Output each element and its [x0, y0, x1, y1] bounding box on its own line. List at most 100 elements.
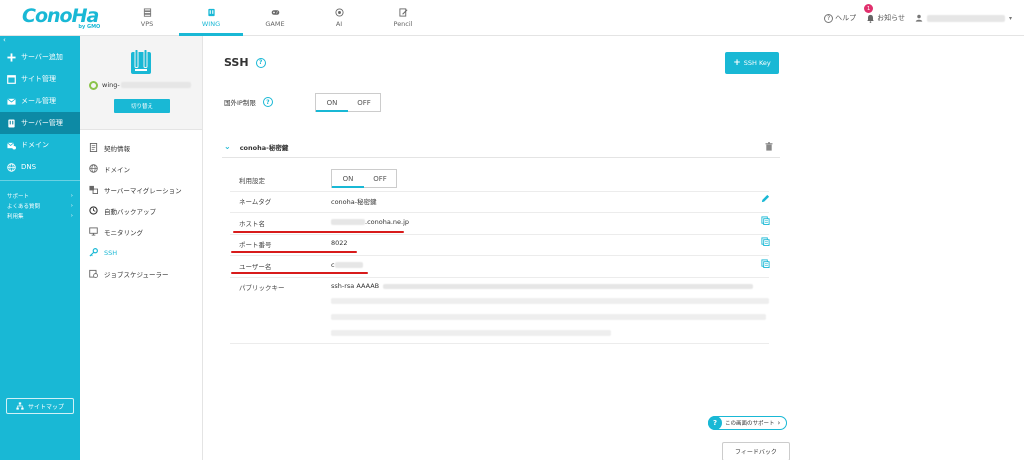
sidebar-item-mail[interactable]: メール管理 — [0, 90, 80, 112]
server-icon — [131, 49, 151, 74]
highlight-underline-user — [231, 272, 368, 274]
toggle-on-option[interactable]: ON — [316, 94, 348, 112]
name-tag-label: ネームタグ — [239, 198, 272, 206]
nav-vps[interactable]: VPS — [115, 0, 179, 36]
wing-icon — [207, 8, 215, 17]
pencil-note-icon — [398, 8, 407, 17]
host-value: .conoha.ne.jp — [331, 218, 409, 226]
submenu-migration[interactable]: サーバーマイグレーション — [80, 179, 202, 200]
copy-icon[interactable] — [761, 259, 770, 268]
chevron-right-icon: › — [70, 193, 73, 199]
toggle-off-option[interactable]: OFF — [348, 94, 380, 111]
monitoring-icon — [89, 227, 98, 236]
server-sub-sidebar: wing- 切り替え 契約情報 ドメイン サーバーマイグレーション 自動バックア… — [80, 36, 203, 460]
add-ssh-key-button[interactable]: + SSH Key — [725, 52, 779, 74]
user-redacted — [334, 262, 363, 268]
sidebar-item-label: サーバー追加 — [21, 53, 63, 61]
service-nav: VPS WING GAME AI Pencil — [115, 0, 435, 36]
nav-game[interactable]: GAME — [243, 0, 307, 36]
notifications-link[interactable]: 1 お知らせ — [864, 4, 905, 23]
ip-restriction-text: 国外IP制限 — [224, 99, 256, 107]
page-title: SSH ? — [224, 56, 266, 69]
submenu-contract[interactable]: 契約情報 — [80, 137, 202, 158]
sidebar-item-label: DNS — [21, 163, 37, 171]
main-sidebar: ‹ サーバー追加 サイト管理 メール管理 サーバー管理 ドメイン DNS サポー… — [0, 36, 80, 460]
user-name — [926, 14, 1005, 22]
help-link[interactable]: ? ヘルプ — [824, 13, 856, 23]
port-value: 8022 — [331, 239, 348, 247]
notification-badge: 1 — [864, 4, 874, 13]
submenu-domain[interactable]: ドメイン — [80, 158, 202, 179]
ip-restriction-toggle[interactable]: ON OFF — [315, 93, 381, 112]
scheduler-icon — [89, 269, 98, 278]
conoha-logo[interactable]: ConoHa by GMO — [22, 6, 100, 30]
question-icon: ? — [708, 416, 722, 430]
nav-label: Pencil — [393, 20, 413, 28]
main-content: SSH ? + SSH Key 国外IP制限 ? ON OFF ⌄ conoha… — [203, 36, 1024, 460]
sidebar-item-label: ドメイン — [21, 141, 49, 149]
user-icon — [915, 14, 923, 22]
sidebar-item-label: メール管理 — [21, 97, 56, 105]
ssh-key-name: conoha-秘密鍵 — [239, 143, 289, 152]
ssh-key-header[interactable]: ⌄ conoha-秘密鍵 — [222, 136, 780, 158]
pencil-icon[interactable] — [761, 194, 770, 203]
page-support-button[interactable]: ? この画面のサポート › — [708, 416, 788, 430]
sidebar-link-support[interactable]: サポート › — [0, 191, 80, 201]
sidebar-item-add-server[interactable]: サーバー追加 — [0, 46, 80, 68]
submenu-label: モニタリング — [104, 228, 143, 237]
user-value: c — [331, 261, 363, 269]
toggle-off-option[interactable]: OFF — [364, 170, 396, 187]
sidebar-item-site[interactable]: サイト管理 — [0, 68, 80, 90]
switch-server-button[interactable]: 切り替え — [114, 99, 170, 113]
nav-pencil[interactable]: Pencil — [371, 0, 435, 36]
key-icon — [89, 248, 98, 257]
public-key-value: ssh-rsa AAAAB — [331, 282, 761, 290]
host-value-text: .conoha.ne.jp — [365, 218, 409, 226]
help-icon[interactable]: ? — [255, 57, 266, 68]
sidebar-link-faq[interactable]: よくある質問 › — [0, 201, 80, 211]
copy-icon[interactable] — [761, 216, 770, 225]
usage-toggle[interactable]: ON OFF — [331, 169, 397, 188]
nav-label: VPS — [140, 20, 154, 28]
submenu-label: 契約情報 — [104, 144, 130, 153]
public-key-redacted-line — [331, 298, 769, 304]
user-label: ユーザー名 — [239, 263, 272, 271]
top-header: ConoHa by GMO VPS WING GAME AI Pencil ? … — [0, 0, 1024, 36]
submenu-label: 自動バックアップ — [104, 207, 156, 216]
nav-ai[interactable]: AI — [307, 0, 371, 36]
submenu-monitoring[interactable]: モニタリング — [80, 221, 202, 242]
sidebar-collapse-button[interactable]: ‹ — [0, 36, 80, 46]
domain-icon — [7, 141, 16, 150]
chevron-right-icon: › — [70, 213, 73, 219]
submenu-label: ジョブスケジューラー — [104, 270, 169, 279]
nav-wing[interactable]: WING — [179, 0, 243, 36]
sidebar-item-server[interactable]: サーバー管理 — [0, 112, 80, 134]
page-title-text: SSH — [224, 56, 249, 69]
sidebar-link-guide[interactable]: 利用集 › — [0, 211, 80, 221]
header-utilities: ? ヘルプ 1 お知らせ ▾ — [814, 0, 1012, 36]
submenu-ssh[interactable]: SSH — [80, 242, 202, 263]
sidebar-link-label: よくある質問 — [7, 204, 41, 210]
submenu-backup[interactable]: 自動バックアップ — [80, 200, 202, 221]
sidebar-link-label: サポート — [7, 194, 30, 200]
port-row: ポート番号 8022 — [230, 237, 770, 256]
copy-icon[interactable] — [761, 237, 770, 246]
mail-icon — [7, 97, 16, 105]
globe-icon — [89, 164, 98, 173]
sidebar-item-domain[interactable]: ドメイン — [0, 134, 80, 156]
public-key-redacted — [383, 283, 754, 289]
user-menu[interactable]: ▾ — [915, 14, 1012, 22]
toggle-on-option[interactable]: ON — [332, 170, 364, 188]
host-label: ホスト名 — [239, 220, 265, 228]
trash-icon[interactable] — [765, 142, 773, 151]
sitemap-label: サイトマップ — [27, 403, 64, 411]
feedback-button[interactable]: フィードバック — [722, 442, 790, 460]
sitemap-button[interactable]: サイトマップ — [6, 398, 74, 414]
submenu-scheduler[interactable]: ジョブスケジューラー — [80, 263, 202, 284]
chevron-down-icon[interactable]: ⌄ — [224, 142, 231, 151]
sidebar-item-dns[interactable]: DNS — [0, 156, 80, 178]
server-name-redacted — [120, 82, 191, 88]
chevron-right-icon: › — [70, 203, 73, 209]
help-icon[interactable]: ? — [262, 97, 273, 107]
migration-icon — [89, 185, 98, 194]
